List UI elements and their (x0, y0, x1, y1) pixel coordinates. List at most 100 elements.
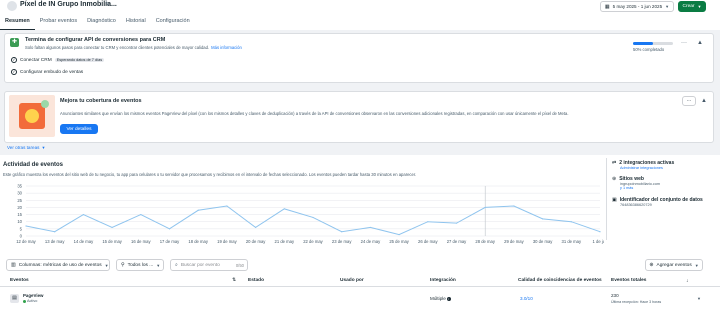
columns-label: Columnas: métricas de uso de eventos (18, 262, 102, 268)
event-status: Activo (23, 299, 37, 303)
last-received: Última recepción: Hace 3 horas (611, 300, 662, 304)
integrations-block: ⇄ 2 integraciones activas Administrar in… (612, 160, 674, 170)
top-bar: Píxel de IN Grupo Inmobilia... ✎ ▦ 5 may… (0, 0, 720, 30)
create-label: Crear (682, 4, 695, 9)
websites-block: ⊕ Sitios web ingrupoinmobiliario.com y 1… (612, 176, 660, 190)
add-events-label: Agregar eventos (656, 262, 692, 268)
data-point (111, 226, 113, 229)
col-header-integration[interactable]: Integración (430, 278, 456, 283)
data-point (542, 218, 544, 220)
data-point (455, 222, 458, 224)
data-point (369, 226, 371, 229)
dataset-block: ▣ Identificador del conjunto de datos 76… (612, 197, 703, 207)
data-point (599, 231, 601, 233)
more-websites-link[interactable]: y 1 más (620, 186, 660, 190)
x-tick-label: 24 de may (361, 239, 381, 244)
y-tick-label: 35 (17, 184, 22, 189)
create-button[interactable]: Crear ▼ (678, 1, 706, 12)
sort-down-icon[interactable]: ↓ (686, 278, 689, 284)
setup-step-1[interactable]: ✓ Conectar CRM Esperando datos de 7 días (11, 57, 105, 63)
x-tick-label: 26 de may (418, 239, 438, 244)
chevron-down-icon: ▼ (665, 4, 670, 9)
col-header-status[interactable]: Estado (248, 278, 264, 283)
edit-icon[interactable]: ✎ (105, 1, 110, 8)
step-label: Configurar embudo de ventas (20, 69, 84, 75)
col-header-quality[interactable]: Calidad de coincidencias de eventos (518, 278, 602, 283)
setup-card-subtitle: Solo faltan algunos pasos para conectar … (25, 45, 210, 50)
more-options-icon[interactable]: ··· (682, 96, 696, 106)
col-header-events[interactable]: Eventos (10, 278, 29, 283)
table-row[interactable] (0, 288, 720, 310)
more-info-link[interactable]: Más información (211, 45, 242, 50)
x-tick-label: 25 de may (389, 239, 409, 244)
tab-probar-eventos[interactable]: Probar eventos (35, 12, 82, 30)
data-point (484, 206, 486, 209)
event-name: PageView (23, 293, 44, 298)
chevron-down-icon: ▼ (104, 262, 109, 268)
tab-historial[interactable]: Historial (121, 12, 151, 30)
api-icon: ✚ (10, 38, 19, 47)
x-tick-label: 31 de may (562, 239, 582, 244)
dataset-id: 764836386620729 (620, 203, 652, 207)
data-point (312, 216, 314, 219)
collapse-icon[interactable]: ▲ (697, 40, 703, 46)
y-tick-label: 5 (20, 226, 23, 231)
chevron-down-icon: ▼ (694, 262, 699, 268)
data-point (25, 225, 27, 227)
date-range-picker[interactable]: ▦ 5 may 2025 - 1 jun 2025 ▼ (600, 1, 674, 12)
tabs: Resumen Probar eventos Diagnóstico Histo… (0, 12, 195, 30)
manage-integrations-link[interactable]: Administrar integraciones (620, 166, 674, 170)
promo-body: Anunciantes similares que envían los mis… (60, 111, 569, 116)
col-header-total[interactable]: Eventos totales (611, 278, 646, 283)
chevron-down-icon: ▼ (697, 4, 702, 9)
progress-track (633, 42, 673, 45)
data-point (197, 209, 199, 211)
all-filter-label: Todos los ... (127, 262, 154, 268)
data-point (54, 231, 56, 233)
collapse-icon[interactable]: ▲ (701, 98, 707, 104)
all-filter-dropdown[interactable]: ⚲ Todos los ... ▼ (116, 259, 164, 271)
setup-card-title: Termina de configurar API de conversione… (25, 37, 166, 43)
search-icon: ⌕ (175, 262, 178, 268)
y-tick-label: 0 (20, 234, 23, 239)
setup-step-2[interactable]: ✓ Configurar embudo de ventas (11, 69, 83, 75)
see-more-tasks[interactable]: Ver otras tareas ▼ (7, 145, 45, 150)
y-tick-label: 25 (17, 198, 22, 203)
y-tick-label: 20 (17, 205, 22, 210)
status-text: Activo (27, 299, 38, 303)
info-icon[interactable]: i (446, 296, 451, 301)
promo-illustration (9, 95, 55, 137)
integrations-icon: ⇄ (612, 160, 617, 166)
x-tick-label: 1 de jun (593, 239, 604, 244)
search-events-input[interactable]: ⌕ Buscar por evento 0/50 (170, 259, 248, 271)
col-header-used-by[interactable]: Usado por (340, 278, 364, 283)
event-activity-chart: 0 5 10 15 20 25 30 35 12 de may 13 de may 14 de ma… (16, 184, 604, 245)
add-events-button[interactable]: ⊕ Agregar eventos ▼ (645, 259, 703, 271)
data-point (226, 205, 228, 207)
tab-diagnostico[interactable]: Diagnóstico (82, 12, 121, 30)
x-tick-label: 27 de may (447, 239, 467, 244)
tab-configuracion[interactable]: Configuración (151, 12, 195, 30)
tab-resumen[interactable]: Resumen (0, 12, 35, 30)
expand-row-icon[interactable]: ▼ (697, 296, 701, 301)
view-details-button[interactable]: Ver detalles (60, 124, 98, 134)
data-point (140, 213, 142, 216)
integration-value: Múltiple (430, 296, 446, 301)
activity-title: Actividad de eventos (3, 162, 64, 168)
series-line (25, 205, 601, 236)
page-title: Píxel de IN Grupo Inmobilia... (20, 1, 117, 8)
more-options-icon[interactable]: ··· (681, 40, 687, 46)
x-tick-label: 22 de may (303, 239, 323, 244)
see-more-label: Ver otras tareas (7, 145, 40, 150)
x-tick-label: 21 de may (275, 239, 295, 244)
pixel-avatar (7, 1, 17, 11)
sort-icon[interactable]: ⇅ (232, 278, 236, 283)
date-range-label: 5 may 2025 - 1 jun 2025 (612, 4, 663, 9)
columns-dropdown[interactable]: ▥ Columnas: métricas de uso de eventos ▼ (6, 259, 110, 271)
search-placeholder: Buscar por evento (180, 262, 220, 268)
x-tick-label: 17 de may (160, 239, 180, 244)
filter-icon: ⚲ (121, 262, 125, 268)
total-events-value: 230 (611, 293, 619, 298)
quality-value[interactable]: 3.0/10 (520, 296, 533, 301)
data-point (513, 205, 515, 207)
